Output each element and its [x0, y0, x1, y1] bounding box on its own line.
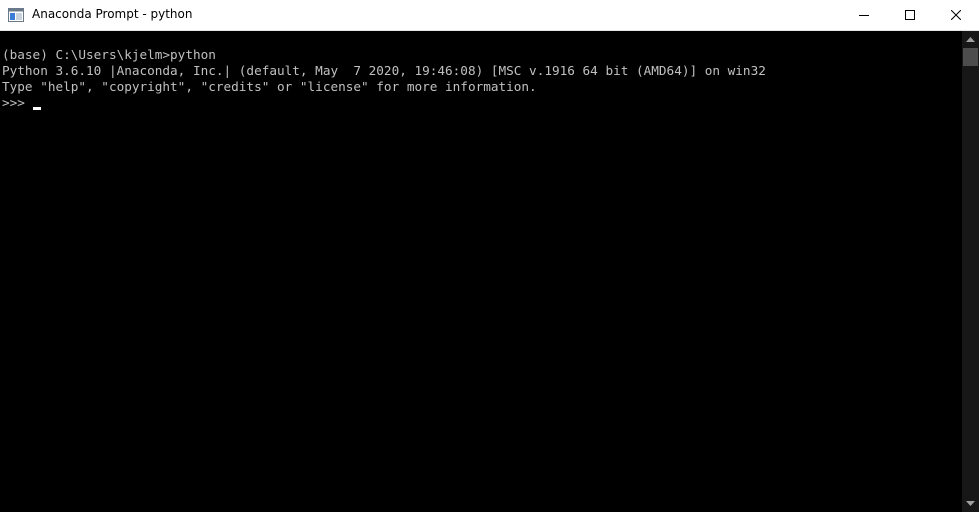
scroll-down-arrow-icon	[966, 501, 975, 506]
console-window: Anaconda Prompt - python (base) C:\Users…	[0, 0, 979, 512]
scroll-up-arrow-icon	[966, 37, 975, 42]
vertical-scrollbar[interactable]	[962, 31, 979, 512]
window-title: Anaconda Prompt - python	[32, 7, 193, 21]
console-line-version: Python 3.6.10 |Anaconda, Inc.| (default,…	[2, 63, 766, 78]
text-cursor	[33, 107, 41, 110]
console-window-icon	[8, 8, 24, 22]
console-line-command: (base) C:\Users\kjelm>python	[2, 47, 216, 62]
minimize-icon	[859, 15, 869, 16]
maximize-button[interactable]	[887, 0, 933, 30]
console-prompt: >>>	[2, 95, 33, 110]
console-output[interactable]: (base) C:\Users\kjelm>python Python 3.6.…	[0, 31, 962, 512]
title-bar[interactable]: Anaconda Prompt - python	[0, 0, 979, 31]
scrollbar-thumb[interactable]	[963, 48, 978, 66]
close-icon	[951, 10, 961, 20]
maximize-icon	[905, 10, 915, 20]
console-line-help: Type "help", "copyright", "credits" or "…	[2, 79, 537, 94]
minimize-button[interactable]	[841, 0, 887, 30]
scroll-down-button[interactable]	[962, 495, 979, 512]
scroll-up-button[interactable]	[962, 31, 979, 48]
close-button[interactable]	[933, 0, 979, 30]
